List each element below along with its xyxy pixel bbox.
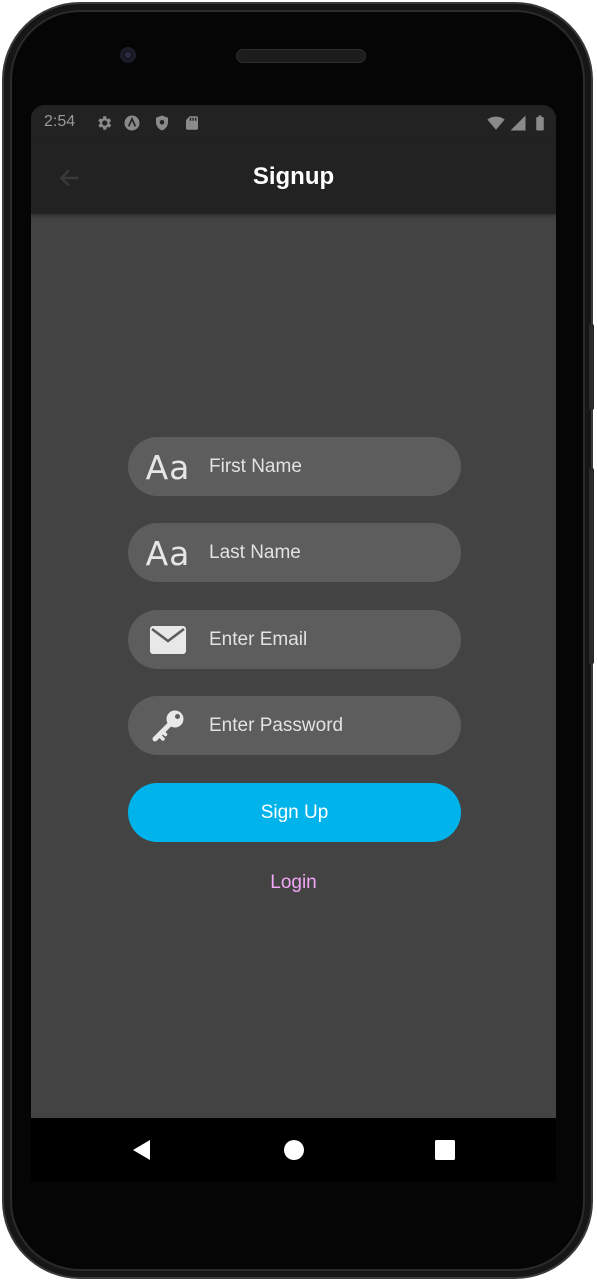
envelope-icon — [148, 622, 188, 658]
earpiece-speaker — [236, 49, 366, 63]
text-aa-glyph: Aa — [145, 533, 191, 573]
login-link[interactable]: Login — [31, 872, 556, 894]
gear-icon — [98, 116, 112, 130]
email-input[interactable] — [209, 610, 439, 669]
text-aa-icon: Aa — [145, 447, 191, 487]
shield-icon — [156, 115, 168, 131]
password-input[interactable] — [209, 696, 439, 755]
text-aa-icon: Aa — [145, 533, 191, 573]
app-bar: Signup — [31, 141, 556, 214]
battery-icon — [536, 115, 544, 131]
last-name-input[interactable] — [209, 523, 439, 582]
first-name-input[interactable] — [209, 437, 439, 496]
front-camera — [120, 47, 136, 63]
sd-card-icon — [186, 116, 198, 130]
status-time: 2:54 — [44, 113, 76, 130]
last-name-field[interactable]: Aa — [128, 523, 461, 582]
a-circle-icon — [124, 115, 140, 131]
wifi-icon — [487, 116, 505, 130]
power-button — [589, 324, 594, 410]
status-bar: 2:54 — [31, 105, 556, 141]
recents-square-icon[interactable] — [433, 1138, 457, 1162]
text-aa-glyph: Aa — [145, 447, 191, 487]
email-field[interactable] — [128, 610, 461, 669]
app-screen: 2:54 Signup Aa First Name Aa Last Name E… — [31, 105, 556, 1118]
navigation-bar — [31, 1118, 556, 1182]
page-title: Signup — [252, 163, 335, 190]
volume-button — [589, 468, 594, 664]
password-field[interactable] — [128, 696, 461, 755]
back-triangle-icon[interactable] — [130, 1138, 154, 1162]
first-name-field[interactable]: Aa — [128, 437, 461, 496]
home-circle-icon[interactable] — [282, 1138, 306, 1162]
key-icon — [148, 708, 188, 744]
sign-up-button[interactable]: Sign Up — [128, 783, 461, 842]
signal-icon — [510, 115, 526, 131]
